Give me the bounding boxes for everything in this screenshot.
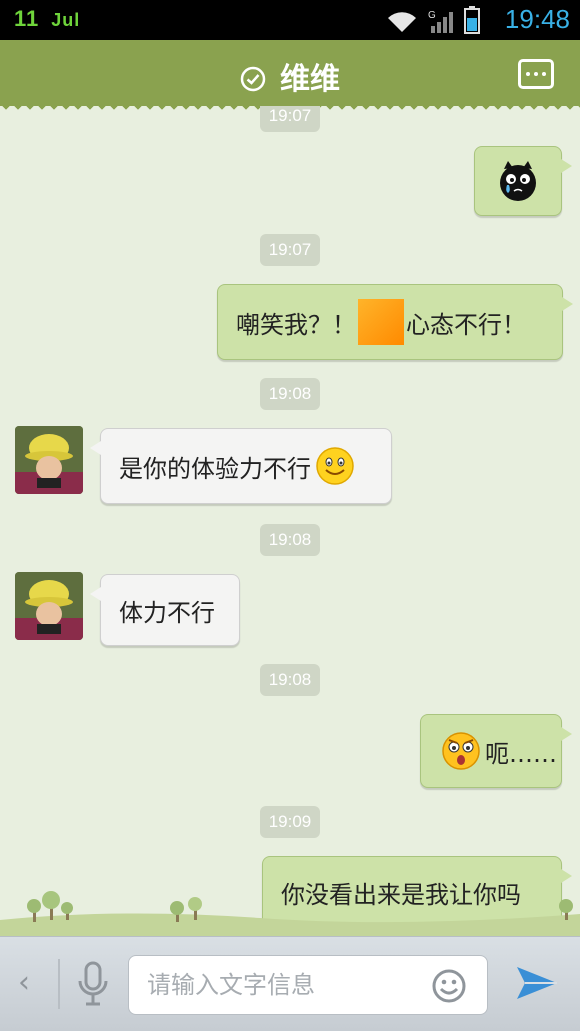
timestamp: 19:08: [260, 378, 320, 410]
landscape-decoration: [0, 891, 580, 936]
avatar[interactable]: [15, 426, 83, 494]
chat-list[interactable]: 19:07 19:07 嘲笑我？！ 心态不行！ 19:08 是你的体验力不行 1…: [0, 106, 580, 936]
black-cat-crying-emoji: [500, 161, 536, 201]
message-text: 是你的体验力不行: [119, 454, 311, 483]
avatar-photo: [15, 426, 83, 494]
status-bar: 11 Jul G 19:48: [0, 0, 580, 40]
dot-icon: [542, 72, 546, 76]
message-text: 体力不行: [119, 598, 215, 627]
status-icons: G: [386, 6, 480, 34]
orange-square-image: [358, 299, 404, 345]
message-bubble-out[interactable]: [474, 146, 572, 216]
battery-icon: [464, 6, 480, 34]
timestamp: 19:08: [260, 524, 320, 556]
wifi-icon: [388, 12, 416, 32]
signal-icon: G: [428, 10, 453, 33]
chat-title: 维维: [280, 62, 340, 97]
svg-text:G: G: [428, 10, 436, 21]
timestamp: 19:07: [260, 106, 320, 132]
message-bubble-out[interactable]: 嘲笑我？！ 心态不行！: [217, 284, 573, 360]
message-bubble-in[interactable]: 体力不行: [90, 574, 240, 646]
message-bubble-in[interactable]: 是你的体验力不行: [90, 428, 392, 504]
shocked-face-emoji: [442, 732, 480, 770]
input-bar: ‹: [0, 936, 580, 1031]
message-input-box: [128, 955, 488, 1015]
chat-header: 维维: [0, 40, 580, 112]
chat-title-row: 维维: [0, 54, 580, 98]
dot-icon: [534, 72, 538, 76]
message-text: 呃……: [485, 739, 557, 768]
timestamp: 19:09: [260, 806, 320, 838]
more-options-button[interactable]: [518, 59, 554, 89]
emoji-icon[interactable]: [431, 968, 467, 1004]
check-circle-icon: [240, 66, 266, 92]
status-time: 19:48: [504, 4, 570, 34]
divider: [58, 959, 60, 1009]
dot-icon: [526, 72, 530, 76]
send-icon[interactable]: [516, 963, 558, 1003]
message-text: 心态不行！: [406, 310, 526, 339]
message-text: 嘲笑我？！: [236, 310, 356, 339]
message-input[interactable]: [147, 956, 417, 1014]
chevron-left-icon[interactable]: ‹: [18, 965, 30, 1000]
status-month: Jul: [51, 10, 81, 30]
status-day: 11: [14, 6, 40, 31]
timestamp: 19:07: [260, 234, 320, 266]
message-bubble-out[interactable]: 呃……: [420, 714, 572, 788]
microphone-icon[interactable]: [76, 961, 110, 1007]
timestamp: 19:08: [260, 664, 320, 696]
avatar[interactable]: [15, 572, 83, 640]
smiley-emoji: [316, 447, 354, 485]
avatar-photo: [15, 572, 83, 640]
status-date: 11 Jul: [14, 6, 80, 32]
